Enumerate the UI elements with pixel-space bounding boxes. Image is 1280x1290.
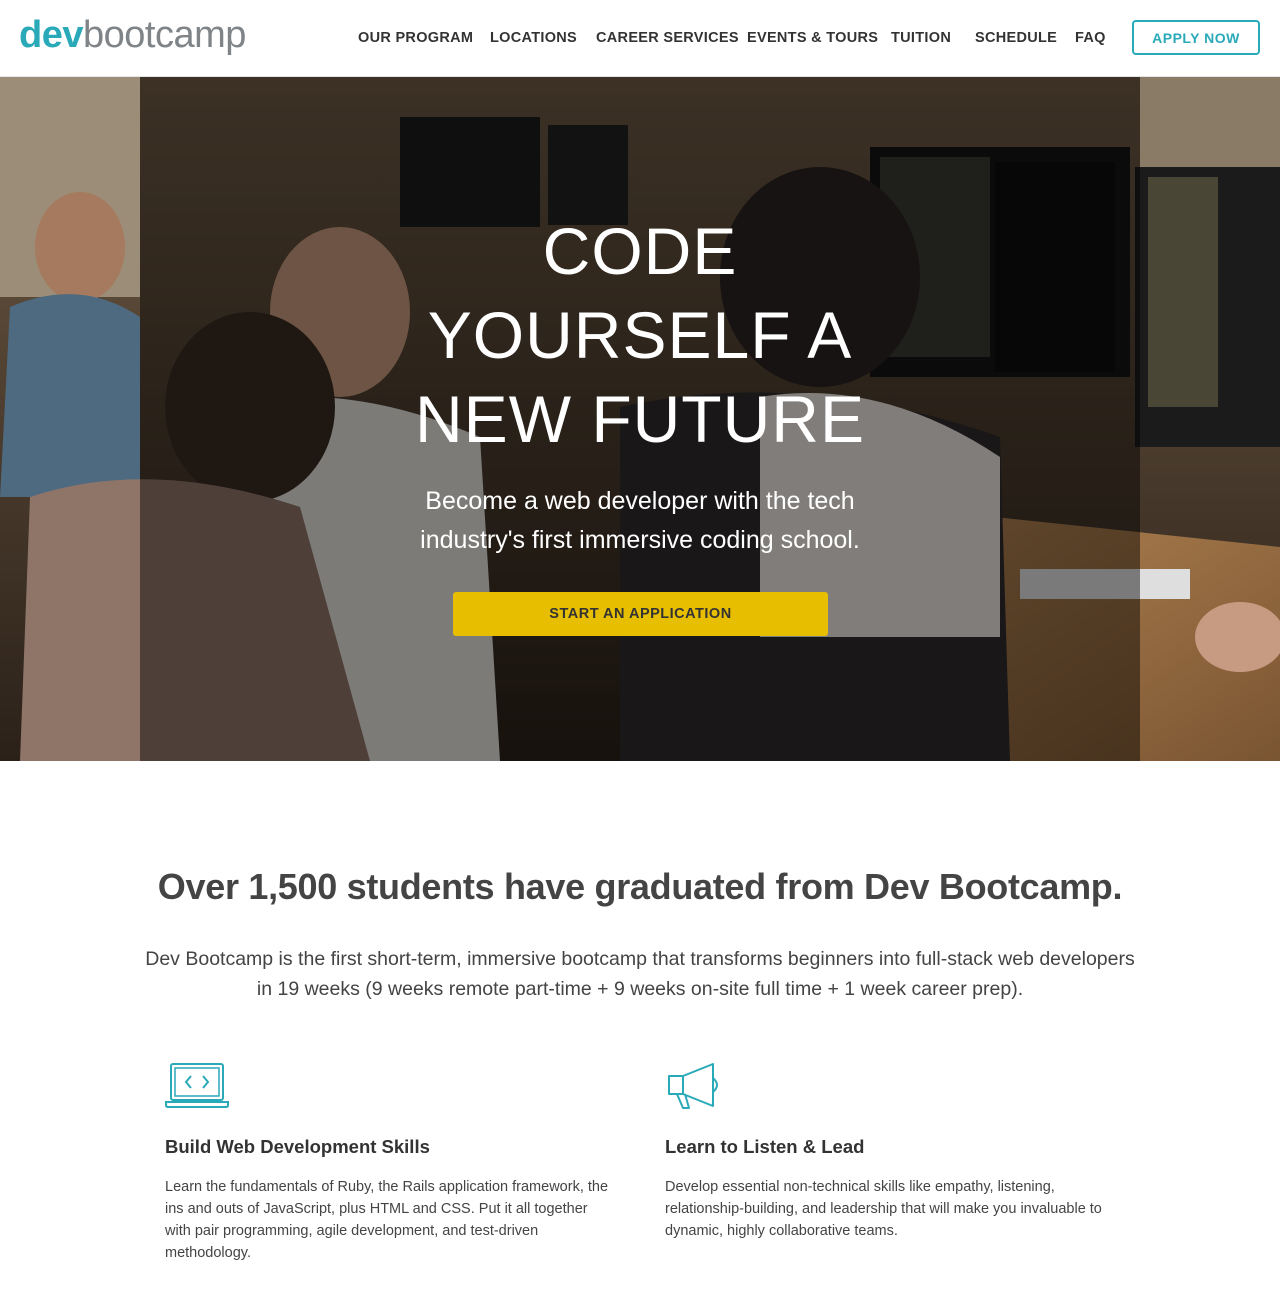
logo-bootcamp-text: bootcamp — [82, 14, 246, 56]
feature-description: Develop essential non-technical skills l… — [665, 1179, 1102, 1239]
hero-subtitle: Become a web developer with the tech ind… — [0, 482, 1280, 560]
feature-title: Learn to Listen & Lead — [665, 1136, 865, 1157]
program-intro: Dev Bootcamp is the first short-term, im… — [145, 948, 1135, 1000]
megaphone-icon — [668, 1063, 718, 1109]
feature-title: Build Web Development Skills — [165, 1136, 430, 1157]
nav-events-tours[interactable]: EVENTS & TOURS — [747, 30, 878, 46]
site-header: dev bootcamp OUR PROGRAM LOCATIONS CAREER… — [0, 0, 1280, 77]
start-application-button[interactable]: START AN APPLICATION — [453, 592, 828, 636]
nav-our-program[interactable]: OUR PROGRAM — [358, 30, 473, 46]
hero-subtitle-line-1: Become a web developer with the tech — [425, 487, 855, 515]
feature-description: Learn the fundamentals of Ruby, the Rail… — [165, 1179, 609, 1261]
feature-web-dev-skills: Build Web Development Skills Learn the f… — [165, 1060, 615, 1264]
nav-locations[interactable]: LOCATIONS — [490, 30, 577, 46]
nav-schedule[interactable]: SCHEDULE — [975, 30, 1057, 46]
hero-title-line-2: YOURSELF A — [427, 298, 853, 372]
feature-listen-lead: Learn to Listen & Lead Develop essential… — [665, 1060, 1115, 1242]
graduates-headline: Over 1,500 students have graduated from … — [157, 866, 1123, 907]
hero-section: CODE YOURSELF A NEW FUTURE Become a web … — [0, 77, 1280, 761]
hero-title: CODE YOURSELF A NEW FUTURE — [0, 209, 1280, 461]
apply-now-button[interactable]: APPLY NOW — [1132, 20, 1260, 55]
hero-subtitle-line-2: industry's first immersive coding school… — [420, 526, 860, 554]
hero-title-line-3: NEW FUTURE — [415, 382, 865, 456]
nav-faq[interactable]: FAQ — [1075, 30, 1106, 46]
devbootcamp-logo[interactable]: dev bootcamp — [19, 14, 246, 60]
nav-tuition[interactable]: TUITION — [891, 30, 951, 46]
logo-dev-text: dev — [19, 14, 83, 56]
nav-career-services[interactable]: CAREER SERVICES — [596, 30, 739, 46]
laptop-code-icon — [165, 1063, 229, 1108]
hero-title-line-1: CODE — [542, 214, 738, 288]
